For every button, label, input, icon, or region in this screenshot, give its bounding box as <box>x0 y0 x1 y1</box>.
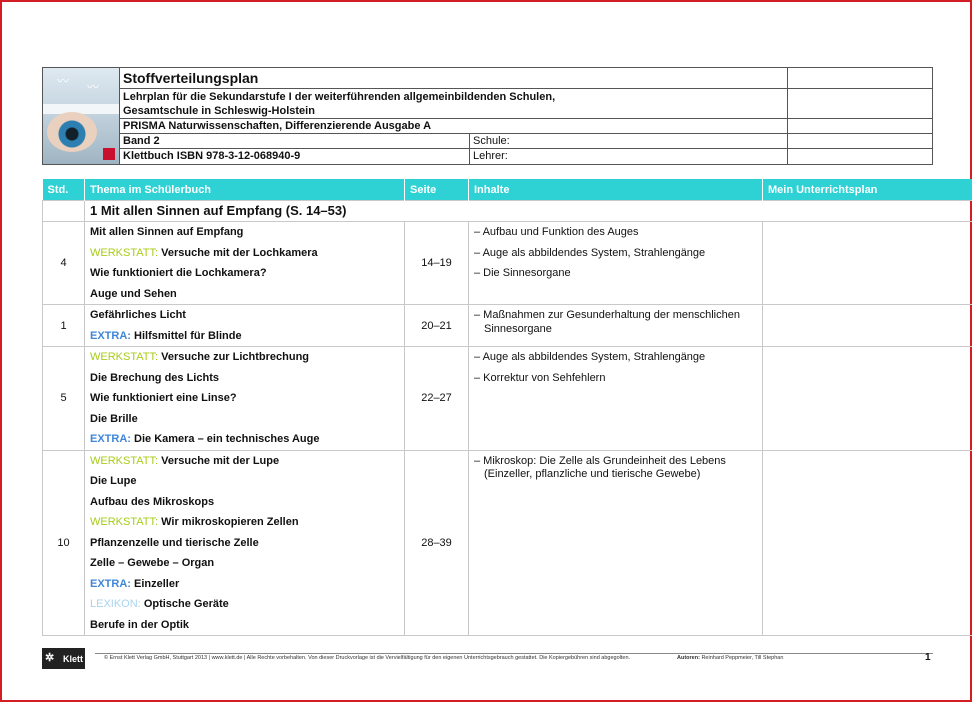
hours-cell: 1 <box>42 304 85 347</box>
hours-cell: 4 <box>42 221 85 305</box>
topic-item: Mit allen Sinnen auf Empfang <box>90 226 244 238</box>
table-row: 1 Gefährliches Licht EXTRA: Hilfsmittel … <box>42 304 972 347</box>
school-type-line: Gesamtschule in Schleswig-Holstein <box>123 104 315 117</box>
topic-item: Auge und Sehen <box>90 287 177 300</box>
curriculum-line: Lehrplan für die Sekundarstufe I der wei… <box>123 90 556 103</box>
contents-cell: – Aufbau und Funktion des Auges – Auge a… <box>468 221 763 305</box>
topic-cell: WERKSTATT: Versuche zur Lichtbrechung Di… <box>84 346 405 451</box>
content-item: – Die Sinnesorgane <box>474 267 571 279</box>
plan-cell[interactable] <box>762 449 972 636</box>
topic-item: EXTRA: Hilfsmittel für Blinde <box>90 329 242 342</box>
content-item: – Aufbau und Funktion des Auges <box>474 226 639 238</box>
plan-cell[interactable] <box>762 304 972 347</box>
book-series-line: PRISMA Naturwissenschaften, Differenzier… <box>123 120 432 132</box>
isbn-label: Klettbuch ISBN 978-3-12-068940-9 <box>123 150 301 162</box>
extra-prefix: EXTRA: <box>90 577 131 590</box>
topic-item: Die Brille <box>90 412 138 425</box>
page-number: 1 <box>925 652 931 663</box>
plan-cell[interactable] <box>762 221 972 305</box>
teacher-field-label: Lehrer: <box>473 150 508 162</box>
chapter-title: 1 Mit allen Sinnen auf Empfang (S. 14–53… <box>90 203 347 218</box>
topic-item: Pflanzenzelle und tierische Zelle <box>90 536 259 549</box>
col-header-std: Std. <box>42 179 85 201</box>
copyright-text: © Ernst Klett Verlag GmbH, Stuttgart 201… <box>104 655 631 661</box>
distribution-table: Std. Thema im Schülerbuch Seite Inhalte … <box>42 179 972 636</box>
plan-cell[interactable] <box>762 346 972 451</box>
topic-cell: WERKSTATT: Versuche mit der Lupe Die Lup… <box>84 449 405 636</box>
content-item: – Mikroskop: Die Zelle als Grundeinheit … <box>474 454 726 481</box>
col-header-contents: Inhalte <box>468 179 763 201</box>
topic-item: EXTRA: Einzeller <box>90 577 180 590</box>
contents-cell: – Auge als abbildendes System, Strahleng… <box>468 346 763 451</box>
page-range-cell: 22–27 <box>404 346 469 451</box>
page-range-cell: 20–21 <box>404 304 469 347</box>
topic-item: EXTRA: Die Kamera – ein technisches Auge <box>90 433 320 445</box>
content-item: – Auge als abbildendes System, Strahleng… <box>474 351 706 363</box>
klett-mark-icon <box>103 148 115 160</box>
bird-icon: 〰 <box>87 80 100 94</box>
chapter-row: 1 Mit allen Sinnen auf Empfang (S. 14–53… <box>42 200 972 222</box>
topic-item: WERKSTATT: Versuche mit der Lupe <box>90 454 280 467</box>
page-range-cell: 14–19 <box>404 221 469 305</box>
content-item: – Maßnahmen zur Gesunderhaltung der mens… <box>474 309 740 335</box>
col-header-plan: Mein Unterrichtsplan <box>762 179 972 201</box>
page-range-cell: 28–39 <box>404 449 469 636</box>
table-row: 10 WERKSTATT: Versuche mit der Lupe Die … <box>42 449 972 636</box>
topic-item: WERKSTATT: Versuche mit der Lochkamera <box>90 246 318 259</box>
topic-item: Berufe in der Optik <box>90 618 190 631</box>
table-row: 5 WERKSTATT: Versuche zur Lichtbrechung … <box>42 346 972 451</box>
topic-item: Wie funktioniert die Lochkamera? <box>90 267 267 279</box>
col-header-topic: Thema im Schülerbuch <box>84 179 405 201</box>
authors-text: Autoren: Reinhard Peppmeier, Till Stepha… <box>677 655 784 661</box>
plan-title: Stoffverteilungsplan <box>123 70 259 86</box>
topic-item: Wie funktioniert eine Linse? <box>90 392 237 404</box>
topic-item: Aufbau des Mikroskops <box>90 495 215 508</box>
topic-item: Gefährliches Licht <box>90 309 186 321</box>
werkstatt-prefix: WERKSTATT: <box>90 246 159 259</box>
plan-header: 〰 〰 Stoffverteilungsplan Lehrplan für di… <box>42 67 933 165</box>
col-header-page: Seite <box>404 179 469 201</box>
contents-cell: – Maßnahmen zur Gesunderhaltung der mens… <box>468 304 763 347</box>
topic-item: Die Brechung des Lichts <box>90 371 219 384</box>
klett-logo-icon: ✲ <box>45 652 55 664</box>
contents-cell: – Mikroskop: Die Zelle als Grundeinheit … <box>468 449 763 636</box>
lexikon-prefix: LEXIKON: <box>90 598 141 610</box>
topic-item: WERKSTATT: Versuche zur Lichtbrechung <box>90 351 310 363</box>
werkstatt-prefix: WERKSTATT: <box>90 454 159 467</box>
content-item: – Korrektur von Sehfehlern <box>474 371 606 384</box>
table-header-row: Std. Thema im Schülerbuch Seite Inhalte … <box>42 179 972 201</box>
werkstatt-prefix: WERKSTATT: <box>90 516 159 528</box>
topic-item: LEXIKON: Optische Geräte <box>90 598 229 610</box>
eye-icon <box>47 112 97 152</box>
topic-item: WERKSTATT: Wir mikroskopieren Zellen <box>90 516 299 528</box>
topic-item: Die Lupe <box>90 475 137 487</box>
topic-item: Zelle – Gewebe – Organ <box>90 557 215 569</box>
extra-prefix: EXTRA: <box>90 329 131 342</box>
topic-cell: Mit allen Sinnen auf Empfang WERKSTATT: … <box>84 221 405 305</box>
bird-icon: 〰 <box>57 74 70 88</box>
klett-logo: ✲ Klett <box>42 648 85 669</box>
werkstatt-prefix: WERKSTATT: <box>90 351 159 363</box>
topic-cell: Gefährliches Licht EXTRA: Hilfsmittel fü… <box>84 304 405 347</box>
footer-divider <box>95 653 933 654</box>
book-cover-image: 〰 〰 <box>43 68 120 164</box>
hours-cell: 5 <box>42 346 85 451</box>
content-item: – Auge als abbildendes System, Strahleng… <box>474 246 706 259</box>
band-label: Band 2 <box>123 135 160 147</box>
hours-cell: 10 <box>42 449 85 636</box>
school-field-label: Schule: <box>473 135 510 147</box>
extra-prefix: EXTRA: <box>90 433 131 445</box>
table-row: 4 Mit allen Sinnen auf Empfang WERKSTATT… <box>42 221 972 305</box>
